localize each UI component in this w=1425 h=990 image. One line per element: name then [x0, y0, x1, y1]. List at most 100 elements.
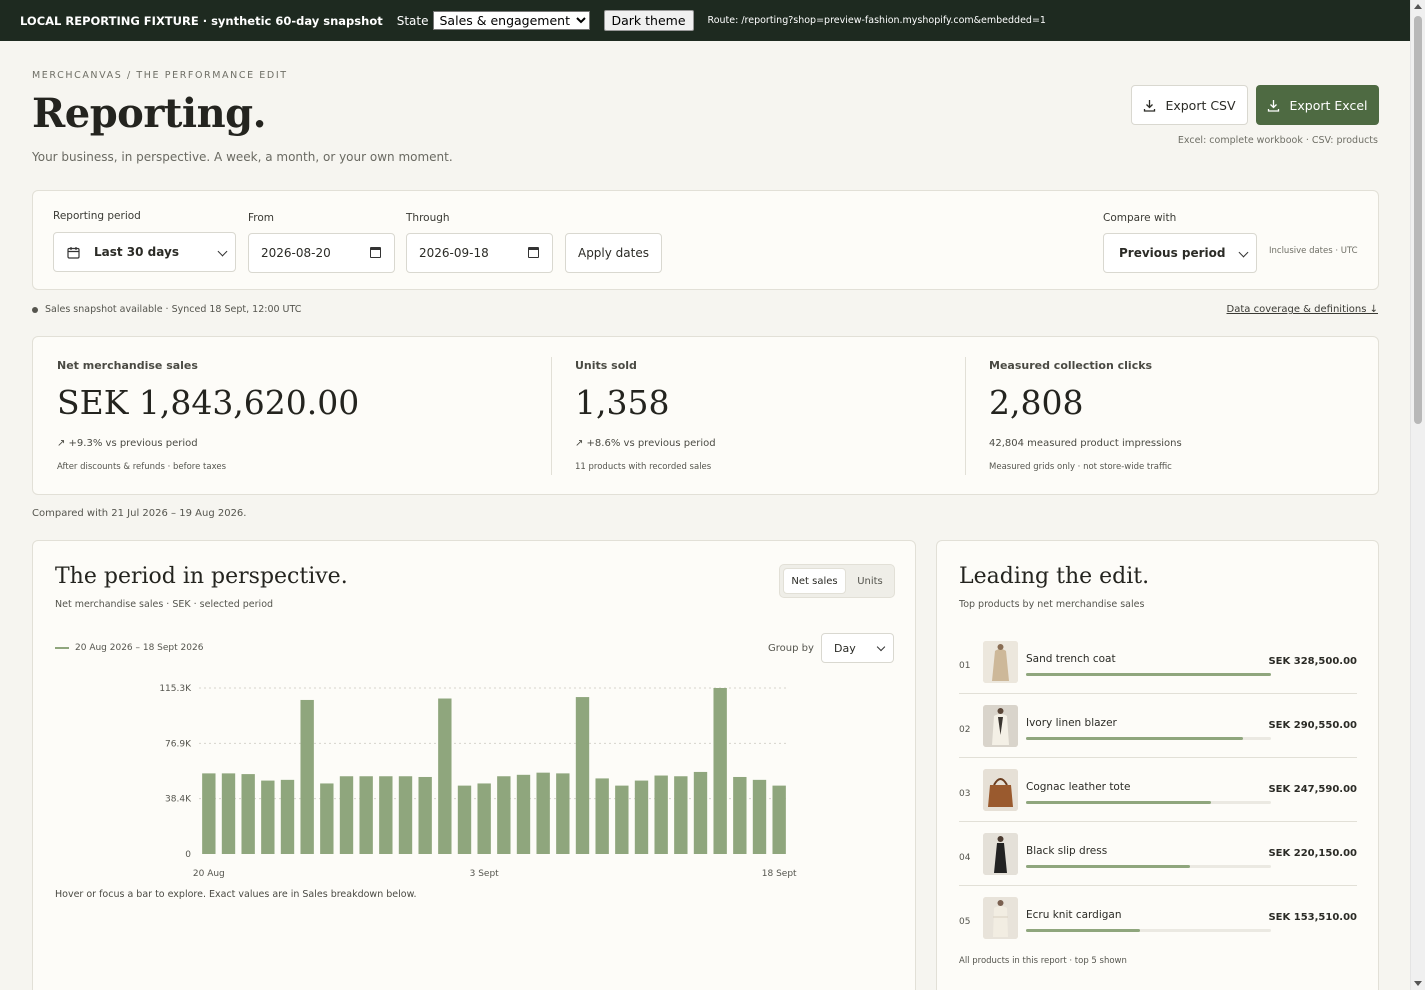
kpi-collection-clicks: Measured collection clicks 2,808 42,804 …: [989, 337, 1369, 496]
product-row[interactable]: 03 Cognac leather tote SEK 247,590.00: [959, 769, 1357, 833]
export-excel-button[interactable]: Export Excel: [1256, 85, 1379, 125]
x-tick-label: 3 Sept: [470, 869, 500, 879]
chart-bar[interactable]: [536, 772, 550, 854]
toggle-net-sales[interactable]: Net sales: [783, 568, 846, 594]
scroll-up-arrow-icon[interactable]: [1414, 4, 1422, 9]
row-divider: [959, 757, 1357, 758]
product-row[interactable]: 05 Ecru knit cardigan SEK 153,510.00: [959, 897, 1357, 961]
product-sales-value: SEK 290,550.00: [1268, 720, 1357, 731]
chart-bar[interactable]: [398, 776, 413, 854]
from-date-input[interactable]: 2026-08-20: [248, 233, 395, 273]
chevron-down-icon: [876, 642, 886, 652]
product-row[interactable]: 02 Ivory linen blazer SEK 290,550.00: [959, 705, 1357, 769]
product-sales-value: SEK 328,500.00: [1268, 656, 1357, 667]
chart-legend: 20 Aug 2026 – 18 Sept 2026: [55, 643, 203, 653]
chart-subtitle: Net merchandise sales · SEK · selected p…: [55, 599, 274, 610]
chart-bar[interactable]: [556, 773, 570, 854]
calendar-icon[interactable]: [370, 247, 381, 258]
product-share-bar: [1026, 865, 1271, 868]
scroll-down-arrow-icon[interactable]: [1414, 981, 1422, 986]
chart-bar[interactable]: [477, 783, 491, 854]
kpi-units-sold: Units sold 1,358 ↗ +8.6% vs previous per…: [575, 337, 955, 496]
chart-bar[interactable]: [674, 776, 688, 854]
chart-title: The period in perspective.: [55, 564, 348, 589]
chart-bar[interactable]: [300, 699, 314, 854]
chart-bar[interactable]: [516, 774, 531, 854]
product-share-bar: [1026, 673, 1271, 676]
chart-bar[interactable]: [320, 783, 334, 854]
download-icon: [1144, 99, 1156, 112]
product-name: Ivory linen blazer: [1026, 717, 1117, 729]
dark-theme-button[interactable]: Dark theme: [603, 10, 694, 31]
product-row[interactable]: 01 Sand trench coat SEK 328,500.00: [959, 641, 1357, 705]
products-footer: All products in this report · top 5 show…: [959, 956, 1127, 966]
calendar-icon: [67, 247, 80, 259]
chart-bar[interactable]: [457, 785, 472, 854]
y-tick-label: 0: [185, 850, 191, 860]
status-dot-icon: [32, 306, 38, 313]
chart-bar[interactable]: [339, 776, 354, 854]
export-csv-button[interactable]: Export CSV: [1131, 85, 1248, 125]
page-scrollbar[interactable]: [1410, 0, 1425, 990]
row-divider: [959, 693, 1357, 694]
chart-bar[interactable]: [379, 776, 393, 854]
period-select[interactable]: Last 30 days: [53, 232, 236, 272]
product-share-fill: [1026, 673, 1271, 676]
toggle-units[interactable]: Units: [848, 568, 892, 594]
product-thumbnail: [983, 897, 1018, 939]
apply-dates-button[interactable]: Apply dates: [565, 233, 662, 273]
product-name: Ecru knit cardigan: [1026, 909, 1122, 921]
chart-bar[interactable]: [772, 785, 786, 854]
chart-bar[interactable]: [595, 778, 609, 854]
chart-bar[interactable]: [634, 780, 649, 854]
chart-bar[interactable]: [438, 698, 452, 854]
kpi-value: 2,808: [989, 383, 1084, 422]
through-date-value: 2026-09-18: [419, 246, 489, 260]
through-date-input[interactable]: 2026-09-18: [406, 233, 553, 273]
chart-bar[interactable]: [280, 779, 295, 854]
product-thumbnail: [983, 705, 1018, 747]
product-share-fill: [1026, 865, 1191, 868]
legend-label: 20 Aug 2026 – 18 Sept 2026: [75, 643, 204, 653]
kpi-label: Units sold: [575, 359, 637, 372]
chart-bar[interactable]: [693, 771, 708, 854]
from-label: From: [248, 212, 275, 224]
chart-bar[interactable]: [654, 775, 668, 854]
scrollbar-thumb[interactable]: [1414, 16, 1422, 424]
row-divider: [959, 885, 1357, 886]
product-name: Sand trench coat: [1026, 653, 1116, 665]
state-select[interactable]: Sales & engagement: [432, 11, 590, 30]
chart-bar[interactable]: [713, 688, 727, 854]
chart-bar[interactable]: [221, 773, 236, 854]
y-tick-label: 76.9K: [165, 739, 192, 749]
chart-bar[interactable]: [359, 776, 373, 854]
product-row[interactable]: 04 Black slip dress SEK 220,150.00: [959, 833, 1357, 897]
filter-card: Reporting period Last 30 days From 2026-…: [32, 190, 1379, 290]
calendar-icon[interactable]: [528, 247, 539, 258]
data-coverage-link[interactable]: Data coverage & definitions ↓: [1227, 304, 1378, 315]
chart-bar[interactable]: [497, 776, 511, 854]
chart-card: The period in perspective. Net merchandi…: [32, 540, 916, 990]
breadcrumb: MERCHCANVAS / THE PERFORMANCE EDIT: [32, 70, 288, 81]
period-value: Last 30 days: [94, 245, 179, 259]
export-excel-label: Export Excel: [1289, 97, 1368, 113]
kpi-note: After discounts & refunds · before taxes: [57, 462, 226, 472]
kpi-delta: ↗ +8.6% vs previous period: [575, 438, 716, 449]
fixture-bar: LOCAL REPORTING FIXTURE · synthetic 60-d…: [0, 0, 1410, 41]
compare-label: Compare with: [1103, 212, 1177, 224]
chart-bar[interactable]: [733, 776, 747, 854]
top-products-card: Leading the edit. Top products by net me…: [936, 540, 1379, 990]
compare-select[interactable]: Previous period: [1103, 233, 1257, 273]
chart-bar[interactable]: [261, 780, 275, 854]
kpi-value: 1,358: [575, 383, 670, 422]
chart-bar[interactable]: [418, 776, 432, 854]
chart-bar[interactable]: [752, 779, 767, 854]
kpi-note: Measured grids only · not store-wide tra…: [989, 462, 1172, 472]
groupby-select[interactable]: Day: [821, 633, 894, 663]
product-rank: 05: [959, 917, 971, 927]
chart-bar[interactable]: [202, 773, 216, 854]
chart-bar[interactable]: [615, 785, 629, 854]
chart-bar[interactable]: [575, 697, 590, 854]
chart-bar[interactable]: [241, 774, 255, 854]
kpi-note: 11 products with recorded sales: [575, 462, 712, 472]
